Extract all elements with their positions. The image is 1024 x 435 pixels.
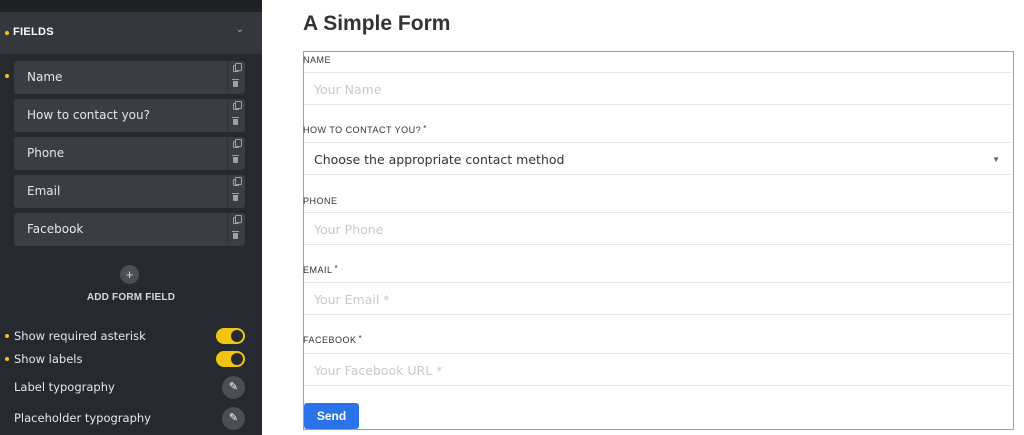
- duplicate-icon[interactable]: [233, 177, 242, 186]
- pencil-icon[interactable]: ✎: [222, 376, 245, 399]
- name-label: NAME: [303, 55, 332, 65]
- field-item-label: Email: [27, 184, 61, 198]
- show-required-asterisk-toggle[interactable]: [216, 328, 245, 344]
- send-button[interactable]: Send: [304, 403, 359, 429]
- facebook-label: FACEBOOK *: [303, 334, 363, 345]
- add-field-plus-icon[interactable]: +: [120, 265, 139, 284]
- email-label: EMAIL *: [303, 264, 339, 275]
- duplicate-icon[interactable]: [233, 63, 242, 72]
- trash-icon[interactable]: [232, 193, 239, 201]
- panel-top-bar: [0, 0, 262, 12]
- modified-indicator-dot: [5, 74, 9, 78]
- phone-placeholder: Your Phone: [314, 222, 384, 237]
- editor-panel: FIELDS ⌄ Name How to contact you? Phone …: [0, 0, 262, 435]
- field-actions: [227, 213, 245, 246]
- show-required-asterisk-label: Show required asterisk: [14, 329, 146, 343]
- email-placeholder: Your Email *: [314, 292, 390, 307]
- field-item-name[interactable]: Name: [14, 61, 245, 94]
- placeholder-typography-label: Placeholder typography: [14, 411, 151, 425]
- name-placeholder: Your Name: [314, 82, 382, 97]
- show-labels-toggle[interactable]: [216, 351, 245, 367]
- field-actions: [227, 99, 245, 132]
- page-title: A Simple Form: [303, 12, 451, 35]
- dropdown-caret-icon: ▼: [992, 155, 1000, 164]
- chevron-down-icon[interactable]: ⌄: [236, 24, 244, 35]
- trash-icon[interactable]: [232, 117, 239, 125]
- duplicate-icon[interactable]: [233, 101, 242, 110]
- toggle-knob: [231, 353, 243, 365]
- field-item-contact[interactable]: How to contact you?: [14, 99, 245, 132]
- show-labels-label: Show labels: [14, 352, 83, 366]
- field-item-label: Facebook: [27, 222, 84, 236]
- duplicate-icon[interactable]: [233, 139, 242, 148]
- field-actions: [227, 137, 245, 170]
- facebook-placeholder: Your Facebook URL *: [314, 363, 443, 378]
- field-item-facebook[interactable]: Facebook: [14, 213, 245, 246]
- modified-indicator-dot: [5, 357, 9, 361]
- fields-section-title: FIELDS: [13, 26, 54, 38]
- contact-method-value: Choose the appropriate contact method: [314, 152, 565, 167]
- field-item-email[interactable]: Email: [14, 175, 245, 208]
- field-actions: [227, 175, 245, 208]
- fields-section-header[interactable]: FIELDS ⌄: [0, 12, 262, 54]
- phone-label: PHONE: [303, 196, 338, 206]
- label-typography-label: Label typography: [14, 380, 115, 394]
- contact-label: HOW TO CONTACT YOU? *: [303, 124, 427, 135]
- add-form-field-button[interactable]: ADD FORM FIELD: [0, 292, 262, 303]
- pencil-icon[interactable]: ✎: [222, 407, 245, 430]
- modified-indicator-dot: [5, 334, 9, 338]
- duplicate-icon[interactable]: [233, 215, 242, 224]
- trash-icon[interactable]: [232, 155, 239, 163]
- field-item-label: How to contact you?: [27, 108, 150, 122]
- field-item-label: Phone: [27, 146, 65, 160]
- field-actions: [227, 61, 245, 94]
- toggle-knob: [231, 330, 243, 342]
- contact-method-select[interactable]: Choose the appropriate contact method ▼: [304, 142, 1012, 175]
- trash-icon[interactable]: [232, 231, 239, 239]
- modified-indicator-dot: [5, 31, 9, 35]
- field-item-phone[interactable]: Phone: [14, 137, 245, 170]
- trash-icon[interactable]: [232, 79, 239, 87]
- facebook-input[interactable]: Your Facebook URL *: [304, 353, 1012, 386]
- email-input[interactable]: Your Email *: [304, 282, 1012, 315]
- phone-input[interactable]: Your Phone: [304, 212, 1012, 245]
- field-item-label: Name: [27, 70, 63, 84]
- name-input[interactable]: Your Name: [304, 72, 1012, 105]
